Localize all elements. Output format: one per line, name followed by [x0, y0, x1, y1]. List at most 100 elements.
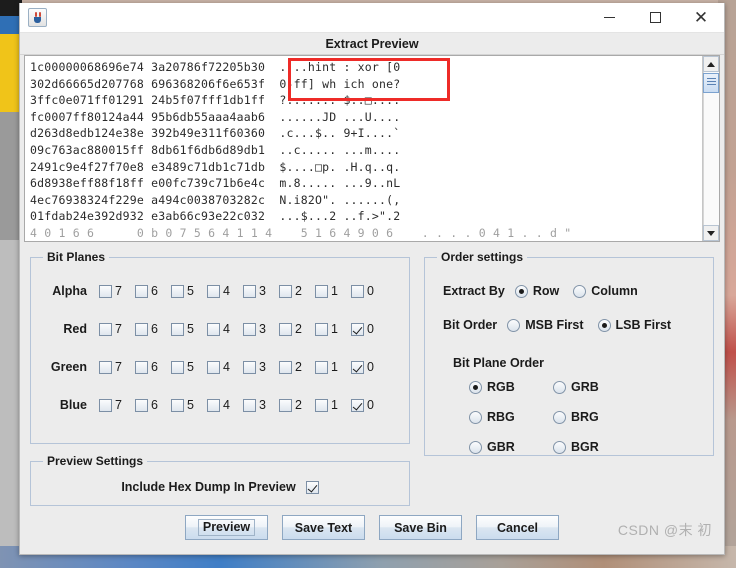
bit-order-option-msb-first[interactable]: MSB First [507, 318, 584, 332]
scrollbar-track[interactable] [703, 72, 719, 225]
checkbox-red-bit-5[interactable] [171, 322, 184, 336]
include-hex-dump-checkbox[interactable] [305, 480, 319, 494]
bit-number-label: 0 [367, 284, 374, 298]
hex-dump-line: 2491c9e4f27f70e8 e3489c71db1c71db $....□… [30, 159, 401, 174]
bit-plane-cell: 1 [315, 398, 351, 412]
radio-label: Row [532, 284, 560, 298]
bit-plane-cell: 5 [171, 360, 207, 374]
save-text-button[interactable]: Save Text [282, 515, 365, 540]
scroll-down-icon[interactable] [703, 225, 719, 241]
bit-plane-cell: 2 [279, 398, 315, 412]
save-text-button-label: Save Text [294, 520, 353, 535]
radio-icon [514, 284, 528, 298]
checkbox-blue-bit-6[interactable] [135, 398, 148, 412]
checkbox-alpha-bit-0[interactable] [351, 284, 364, 298]
bit-number-label: 5 [187, 322, 194, 336]
window-title-bar: ✕ [20, 3, 724, 33]
cancel-button-label: Cancel [497, 520, 538, 535]
checkbox-alpha-bit-1[interactable] [315, 284, 328, 298]
preview-button[interactable]: Preview [185, 515, 268, 540]
radio-icon [553, 440, 566, 454]
radio-label: LSB First [615, 318, 672, 332]
bit-number-label: 2 [295, 360, 302, 374]
radio-icon [469, 380, 482, 394]
checkbox-red-bit-1[interactable] [315, 322, 328, 336]
checkbox-blue-bit-7[interactable] [99, 398, 112, 412]
bit-planes-group: Bit Planes Alpha 7 6 5 4 3 2 1 0 Red 7 6 5 4 3 2 1 0 Green… [30, 250, 410, 444]
left-column: Bit Planes Alpha 7 6 5 4 3 2 1 0 Red 7 6 5 4 3 2 1 0 Green… [30, 250, 410, 554]
checkbox-alpha-bit-6[interactable] [135, 284, 148, 298]
checkbox-red-bit-6[interactable] [135, 322, 148, 336]
extract-by-option-column[interactable]: Column [573, 284, 638, 298]
checkbox-alpha-bit-3[interactable] [243, 284, 256, 298]
radio-icon [553, 410, 566, 424]
bit-number-label: 5 [187, 398, 194, 412]
bit-plane-order-option-gbr[interactable]: GBR [469, 440, 553, 454]
checkbox-blue-bit-4[interactable] [207, 398, 220, 412]
checkbox-alpha-bit-2[interactable] [279, 284, 292, 298]
bit-plane-order-option-bgr[interactable]: BGR [553, 440, 637, 454]
scrollbar-thumb[interactable] [703, 73, 719, 93]
bit-number-label: 1 [331, 398, 338, 412]
bit-number-label: 4 [223, 360, 230, 374]
bit-plane-order-option-brg[interactable]: BRG [553, 410, 637, 424]
cancel-button[interactable]: Cancel [476, 515, 559, 540]
window-controls: ✕ [586, 3, 724, 33]
checkbox-blue-bit-3[interactable] [243, 398, 256, 412]
hex-dump-line: 3ffc0e071ff01291 24b5f07fff1db1ff ?.....… [30, 93, 401, 108]
close-button[interactable]: ✕ [678, 3, 724, 33]
checkbox-red-bit-0[interactable] [351, 322, 364, 336]
bit-plane-order-option-rbg[interactable]: RBG [469, 410, 553, 424]
hex-dump-line: 4ec76938324f229e a494c0038703282c N.i82O… [30, 192, 401, 207]
bit-plane-cell: 5 [171, 322, 207, 336]
checkbox-green-bit-0[interactable] [351, 360, 364, 374]
bit-plane-cell: 4 [207, 398, 243, 412]
extract-by-option-row[interactable]: Row [514, 284, 560, 298]
checkbox-blue-bit-1[interactable] [315, 398, 328, 412]
checkbox-blue-bit-5[interactable] [171, 398, 184, 412]
hex-dump-line: 01fdab24e392d932 e3ab66c93e22c032 ...$..… [30, 209, 401, 224]
checkbox-green-bit-4[interactable] [207, 360, 220, 374]
bit-planes-legend: Bit Planes [47, 250, 106, 264]
checkbox-alpha-bit-4[interactable] [207, 284, 220, 298]
checkbox-green-bit-1[interactable] [315, 360, 328, 374]
bit-number-label: 1 [331, 322, 338, 336]
hex-dump-scrollbar[interactable] [702, 56, 719, 241]
checkbox-red-bit-2[interactable] [279, 322, 292, 336]
bit-number-label: 7 [115, 398, 122, 412]
bit-plane-cell: 1 [315, 360, 351, 374]
radio-label: BRG [571, 410, 599, 424]
bit-plane-cell: 3 [243, 284, 279, 298]
minimize-button[interactable] [586, 3, 632, 33]
hex-dump-line: 302d66665d207768 696368206f6e653f 0-ff] … [30, 76, 401, 91]
checkbox-green-bit-5[interactable] [171, 360, 184, 374]
bit-number-label: 4 [223, 322, 230, 336]
hex-dump-text[interactable]: 1c00000068696e74 3a20786f72205b30 ....hi… [25, 56, 702, 241]
hex-dump-panel: 1c00000068696e74 3a20786f72205b30 ....hi… [24, 55, 720, 242]
radio-icon [469, 440, 482, 454]
bit-number-label: 3 [259, 322, 266, 336]
checkbox-green-bit-2[interactable] [279, 360, 292, 374]
bit-plane-order-option-grb[interactable]: GRB [553, 380, 637, 394]
bit-plane-order-option-rgb[interactable]: RGB [469, 380, 553, 394]
maximize-button[interactable] [632, 3, 678, 33]
checkbox-red-bit-7[interactable] [99, 322, 112, 336]
checkbox-green-bit-6[interactable] [135, 360, 148, 374]
scroll-up-icon[interactable] [703, 56, 719, 72]
checkbox-alpha-bit-7[interactable] [99, 284, 112, 298]
hex-dump-line: 1c00000068696e74 3a20786f72205b30 ....hi… [30, 60, 401, 74]
checkbox-red-bit-4[interactable] [207, 322, 220, 336]
checkbox-blue-bit-0[interactable] [351, 398, 364, 412]
bit-order-option-lsb-first[interactable]: LSB First [597, 318, 672, 332]
page-title: Extract Preview [20, 33, 724, 55]
save-bin-button[interactable]: Save Bin [379, 515, 462, 540]
checkbox-green-bit-3[interactable] [243, 360, 256, 374]
checkbox-red-bit-3[interactable] [243, 322, 256, 336]
bit-number-label: 7 [115, 322, 122, 336]
bit-number-label: 7 [115, 360, 122, 374]
checkbox-blue-bit-2[interactable] [279, 398, 292, 412]
bit-number-label: 2 [295, 322, 302, 336]
preview-button-label: Preview [197, 519, 256, 536]
checkbox-green-bit-7[interactable] [99, 360, 112, 374]
checkbox-alpha-bit-5[interactable] [171, 284, 184, 298]
